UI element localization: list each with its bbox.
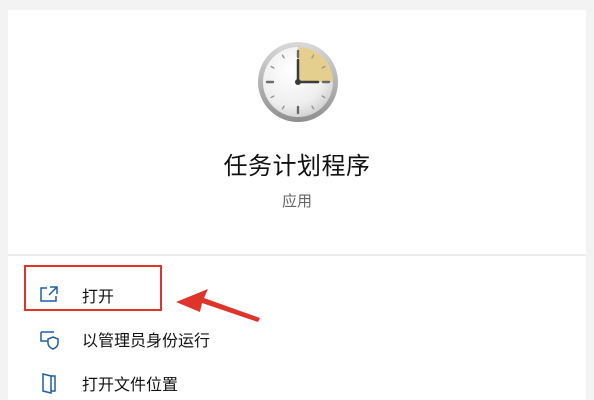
- open-action-label: 打开: [82, 287, 115, 306]
- run-as-admin-action[interactable]: 以管理员身份运行: [36, 324, 210, 354]
- open-file-location-label: 打开文件位置: [82, 375, 179, 394]
- start-menu-app-detail-panel: 任务计划程序 应用 打开 以管理员身份运行 打开文件位置: [8, 10, 586, 400]
- app-title: 任务计划程序: [223, 152, 371, 180]
- app-header: 任务计划程序 应用: [8, 10, 586, 254]
- annotation-arrow-icon: [176, 289, 260, 322]
- section-divider: [8, 254, 586, 256]
- run-as-admin-label: 以管理员身份运行: [82, 331, 211, 350]
- open-window-icon: [36, 282, 62, 308]
- open-file-location-action[interactable]: 打开文件位置: [36, 368, 178, 398]
- run-as-admin-shield-icon: [36, 326, 62, 352]
- task-scheduler-clock-icon: [256, 40, 340, 124]
- app-type-label: 应用: [281, 192, 312, 210]
- file-location-icon: [36, 370, 62, 396]
- open-action[interactable]: 打开: [36, 280, 114, 310]
